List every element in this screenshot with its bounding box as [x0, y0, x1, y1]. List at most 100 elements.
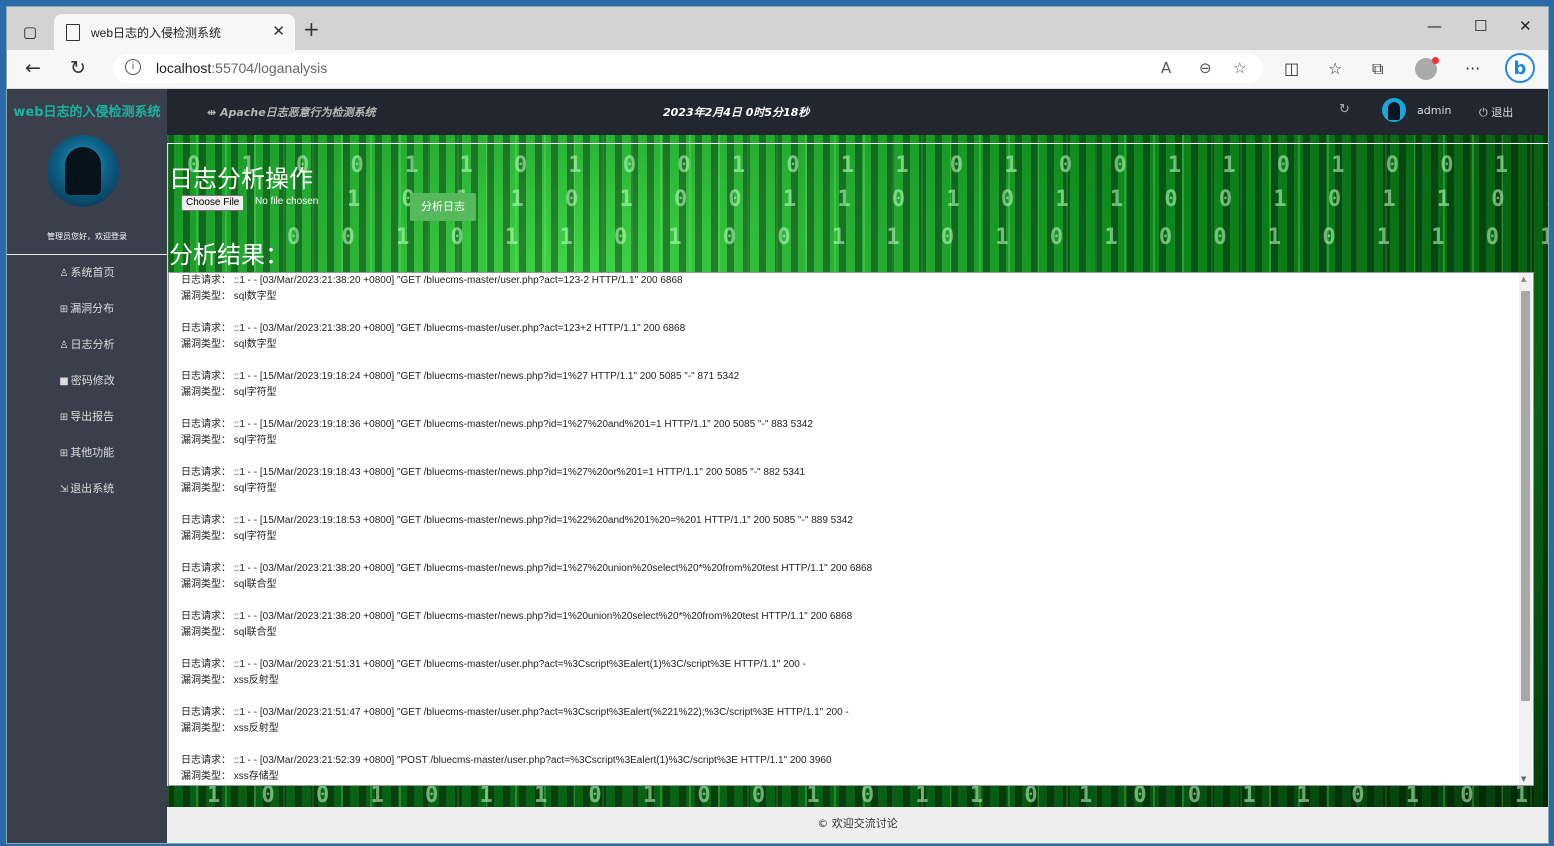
favorites-icon[interactable]: ☆: [1328, 59, 1342, 78]
logout-button[interactable]: ⏻ 退出: [1479, 104, 1513, 120]
sidebar-item-exit[interactable]: ⇲ 退出系统: [7, 471, 167, 507]
log-request-label: 日志请求：: [181, 419, 231, 430]
log-request-text: ::1 - - [03/Mar/2023:21:52:39 +0800] "PO…: [233, 755, 832, 766]
choose-file-button[interactable]: Choose File: [181, 195, 245, 211]
workspaces-icon[interactable]: ▢: [17, 19, 43, 45]
menu-toggle-icon[interactable]: ⇹: [207, 106, 220, 119]
sidebar-item-export-report[interactable]: ⊞ 导出报告: [7, 399, 167, 435]
scroll-down-icon[interactable]: ▼: [1521, 775, 1526, 783]
log-request-label: 日志请求：: [181, 371, 231, 382]
result-entry: 日志请求： ::1 - - [03/Mar/2023:21:38:20 +080…: [169, 321, 1533, 369]
maximize-icon[interactable]: ☐: [1474, 17, 1487, 35]
sidebar-item-label: 密码修改: [70, 374, 115, 387]
close-window-icon[interactable]: ✕: [1519, 17, 1532, 35]
vuln-type-line: 漏洞类型： xss反射型: [181, 673, 1533, 689]
result-entry: 日志请求： ::1 - - [03/Mar/2023:21:51:47 +080…: [169, 705, 1533, 753]
minimize-icon[interactable]: —: [1427, 17, 1442, 35]
address-bar: ← ↻ i localhost:55704/loganalysis A ⊖ ☆ …: [7, 50, 1548, 89]
vuln-type-line: 漏洞类型： xss反射型: [181, 721, 1533, 737]
sidebar-item-label: 导出报告: [70, 410, 115, 423]
matrix-background: 1 0 0 1 0 1 1 0 1 0 0 1 0 1 1 0 1 0 0 1 …: [207, 783, 1548, 807]
results-scrollbar[interactable]: ▲ ▼: [1519, 273, 1532, 785]
results-panel[interactable]: 日志请求： ::1 - - [03/Mar/2023:21:38:20 +080…: [168, 272, 1534, 786]
refresh-icon[interactable]: ↻: [70, 57, 86, 79]
vuln-type-label: 漏洞类型：: [181, 291, 231, 302]
read-aloud-icon[interactable]: A: [1161, 59, 1171, 77]
vuln-type-value: sql字符型: [233, 435, 277, 446]
person-icon: ♙: [59, 340, 69, 351]
vuln-type-label: 漏洞类型：: [181, 387, 231, 398]
sidebar-item-other[interactable]: ⊞ 其他功能: [7, 435, 167, 471]
logout-label: 退出: [1491, 106, 1514, 119]
vuln-type-label: 漏洞类型：: [181, 579, 231, 590]
log-request-line: 日志请求： ::1 - - [03/Mar/2023:21:38:20 +080…: [181, 273, 1533, 289]
vuln-type-label: 漏洞类型：: [181, 435, 231, 446]
profile-icon[interactable]: [1415, 57, 1439, 80]
sidebar-menu: ♙ 系统首页 ⊞ 漏洞分布 ♙ 日志分析 ■ 密码修改 ⊞ 导出报告 ⊞ 其他功能 ⇲ 退出系…: [7, 255, 167, 507]
split-screen-icon[interactable]: ◫: [1284, 59, 1299, 78]
vuln-type-line: 漏洞类型： sql字符型: [181, 433, 1533, 449]
vuln-type-value: xss反射型: [233, 675, 279, 686]
log-request-line: 日志请求： ::1 - - [03/Mar/2023:21:38:20 +080…: [181, 561, 1533, 577]
scroll-up-icon[interactable]: ▲: [1521, 275, 1526, 283]
log-request-label: 日志请求：: [181, 563, 231, 574]
grid-icon: ⊞: [59, 448, 69, 459]
vuln-type-label: 漏洞类型：: [181, 723, 231, 734]
result-title: 分析结果：: [169, 241, 289, 269]
page-icon: [66, 24, 80, 41]
sidebar-item-vuln-distribution[interactable]: ⊞ 漏洞分布: [7, 291, 167, 327]
vuln-type-label: 漏洞类型：: [181, 771, 231, 782]
collections-icon[interactable]: ⧉: [1372, 59, 1383, 79]
close-tab-icon[interactable]: ✕: [272, 22, 285, 40]
zoom-out-icon[interactable]: ⊖: [1199, 59, 1212, 77]
vuln-type-line: 漏洞类型： sql字符型: [181, 385, 1533, 401]
favorite-add-icon[interactable]: ☆: [1233, 59, 1246, 77]
vuln-type-value: xss反射型: [233, 723, 279, 734]
vuln-type-value: xss存储型: [233, 771, 279, 782]
vuln-type-line: 漏洞类型： sql联合型: [181, 625, 1533, 641]
log-request-text: ::1 - - [03/Mar/2023:21:51:47 +0800] "GE…: [233, 707, 849, 718]
header-datetime: 2023年2月4日 0时5分18秒: [663, 106, 810, 119]
log-request-label: 日志请求：: [181, 755, 231, 766]
web-app: web日志的入侵检测系统 管理员您好，欢迎登录 ♙ 系统首页 ⊞ 漏洞分布 ♙ 日志分…: [7, 89, 1548, 843]
sidebar-item-home[interactable]: ♙ 系统首页: [7, 255, 167, 291]
power-icon: ⏻: [1479, 106, 1492, 119]
section-title: 日志分析操作: [169, 165, 313, 193]
analyze-log-button[interactable]: 分析日志: [410, 193, 476, 221]
user-avatar[interactable]: [1382, 98, 1406, 122]
tab-title: web日志的入侵检测系统: [91, 26, 222, 40]
bing-icon[interactable]: b: [1505, 53, 1535, 83]
log-request-text: ::1 - - [15/Mar/2023:19:18:53 +0800] "GE…: [233, 515, 853, 526]
log-request-label: 日志请求：: [181, 659, 231, 670]
username[interactable]: admin: [1417, 104, 1451, 117]
log-request-label: 日志请求：: [181, 323, 231, 334]
more-icon[interactable]: ···: [1465, 59, 1480, 78]
vuln-type-value: sql联合型: [233, 579, 277, 590]
sidebar-item-label: 退出系统: [70, 482, 115, 495]
url-field[interactable]: i localhost:55704/loganalysis A ⊖ ☆: [113, 54, 1263, 83]
sidebar-item-log-analysis[interactable]: ♙ 日志分析: [7, 327, 167, 363]
log-request-line: 日志请求： ::1 - - [03/Mar/2023:21:52:39 +080…: [181, 753, 1533, 769]
sidebar-item-change-password[interactable]: ■ 密码修改: [7, 363, 167, 399]
footer: © 欢迎交流讨论: [167, 807, 1548, 843]
result-list: 日志请求： ::1 - - [03/Mar/2023:21:38:20 +080…: [169, 273, 1533, 785]
vuln-type-value: sql联合型: [233, 627, 277, 638]
info-icon[interactable]: i: [125, 59, 141, 75]
refresh-icon[interactable]: ↻: [1339, 102, 1350, 117]
sidebar-item-label: 漏洞分布: [70, 302, 115, 315]
log-request-line: 日志请求： ::1 - - [15/Mar/2023:19:18:53 +080…: [181, 513, 1533, 529]
browser-window: ▢ web日志的入侵检测系统 ✕ + — ☐ ✕ ← ↻ i localhost…: [7, 7, 1548, 843]
new-tab-icon[interactable]: +: [303, 17, 320, 41]
vuln-type-label: 漏洞类型：: [181, 675, 231, 686]
back-icon[interactable]: ←: [25, 57, 41, 79]
vuln-type-line: 漏洞类型： sql数字型: [181, 337, 1533, 353]
scroll-thumb[interactable]: [1521, 291, 1530, 701]
result-entry: 日志请求： ::1 - - [03/Mar/2023:21:52:39 +080…: [169, 753, 1533, 785]
browser-tab[interactable]: web日志的入侵检测系统 ✕: [54, 14, 295, 50]
result-entry: 日志请求： ::1 - - [15/Mar/2023:19:18:43 +080…: [169, 465, 1533, 513]
header-subtitle: ⇹ Apache日志恶意行为检测系统: [207, 104, 376, 120]
url-host: localhost: [156, 60, 212, 76]
log-request-line: 日志请求： ::1 - - [15/Mar/2023:19:18:24 +080…: [181, 369, 1533, 385]
log-request-line: 日志请求： ::1 - - [03/Mar/2023:21:51:31 +080…: [181, 657, 1533, 673]
log-request-label: 日志请求：: [181, 707, 231, 718]
